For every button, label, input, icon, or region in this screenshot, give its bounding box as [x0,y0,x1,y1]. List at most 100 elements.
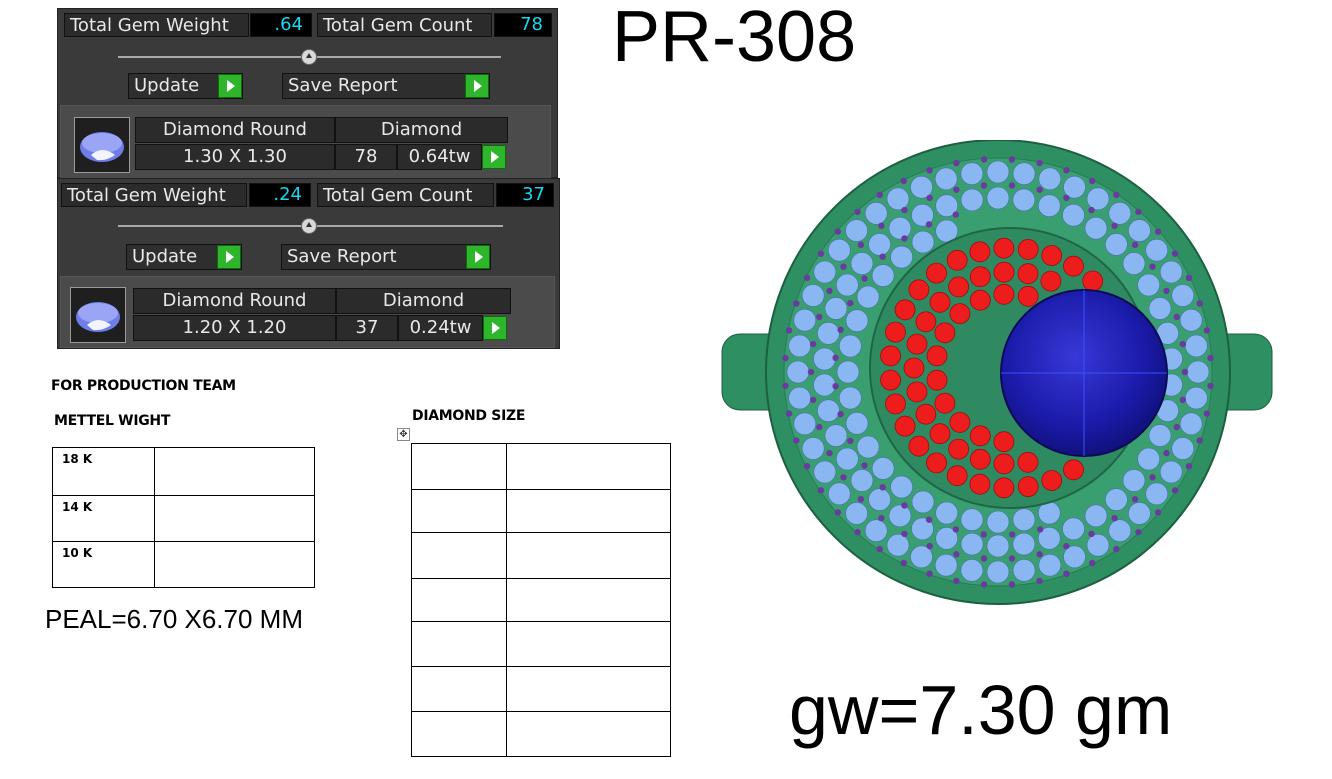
total-gem-weight-row: Total Gem Weight .24 [61,183,311,207]
gem-count-cell: 37 [336,315,398,341]
prong [980,531,987,538]
total-gem-count-label: Total Gem Count [317,13,492,37]
prong [816,423,823,431]
gem-detail-area: Diamond Round Diamond 1.30 X 1.30 78 0.6… [60,105,551,179]
table-cell[interactable] [506,578,671,622]
prong [1088,530,1095,538]
ruby-stone [929,291,951,313]
update-button[interactable]: Update [126,244,242,270]
diamond-stone [1012,508,1036,532]
prong [1181,368,1189,376]
table-cell[interactable] [506,489,671,533]
ruby-stone [926,345,948,367]
metal-weight-table: 18 K 14 K 10 K [52,447,315,588]
ruby-stone [969,289,991,311]
slider-knob-icon[interactable] [301,218,317,234]
table-cell[interactable] [506,666,671,712]
prong [809,340,817,348]
diamond-stone [1086,187,1110,211]
table-move-handle-icon[interactable]: ✥ [397,428,410,441]
diamond-stone [960,558,984,582]
diamond-stone [1086,533,1110,557]
table-cell[interactable] [411,532,507,579]
diamond-stone [986,534,1010,558]
metal-weight-cell[interactable] [154,541,315,588]
prong [953,577,960,585]
diamond-stone [886,533,910,557]
play-arrow-icon[interactable] [465,74,489,98]
metal-weight-cell[interactable] [154,447,315,496]
diamond-stone [1159,260,1183,284]
metal-karat-cell: 18 K [52,447,155,496]
diamond-stone [1122,469,1146,492]
prong [1185,463,1193,470]
table-row [411,711,671,757]
table-cell[interactable] [506,621,671,667]
ruby-stone [1040,270,1062,292]
diamond-stone [850,469,874,492]
prong [840,263,847,270]
save-report-button-label: Save Report [287,246,397,267]
prong [1173,313,1180,321]
slider-knob-icon[interactable] [301,49,317,65]
play-arrow-icon[interactable] [483,316,507,340]
table-cell[interactable] [411,666,507,712]
prong [1111,515,1118,522]
prong [847,299,854,307]
play-arrow-icon[interactable] [482,145,506,169]
play-arrow-icon[interactable] [218,74,242,98]
table-cell[interactable] [411,489,507,533]
table-cell[interactable] [411,711,507,757]
diamond-stone [1108,519,1132,543]
prong [1008,581,1016,588]
ruby-stone [929,423,951,445]
table-cell[interactable] [506,711,671,757]
diamond-stone [871,457,895,480]
save-report-button-label: Save Report [288,75,398,96]
save-report-button[interactable]: Save Report [281,244,491,270]
ruby-stone [993,237,1015,259]
diamond-stone [1159,460,1183,484]
gem-thumbnail[interactable] [74,117,130,173]
table-row: 14 K [52,495,315,542]
table-cell[interactable] [411,621,507,667]
prong [861,275,868,282]
diamond-stone [801,284,825,307]
prong [1089,177,1096,185]
gem-size-cell: 1.20 X 1.20 [133,315,336,341]
gem-type-cell: Diamond [335,117,508,143]
prong [832,354,839,361]
prong [1171,250,1179,257]
table-cell[interactable] [506,532,671,579]
diamond-stone [1179,308,1203,332]
prong [1185,274,1193,281]
metal-weight-cell[interactable] [154,495,315,542]
prong [1063,167,1070,174]
update-button[interactable]: Update [128,73,243,99]
save-report-button[interactable]: Save Report [282,73,490,99]
play-arrow-icon[interactable] [466,245,490,269]
prong [953,551,960,558]
table-cell[interactable] [506,443,671,490]
diamond-stone [1062,203,1085,227]
ruby-stone [1017,239,1039,260]
prong [1088,206,1095,214]
ruby-stone [880,345,902,367]
diamond-stone [813,260,837,284]
table-cell[interactable] [411,578,507,622]
prong [782,382,789,390]
prong [926,542,933,550]
gem-thumbnail[interactable] [70,287,126,343]
table-cell[interactable] [411,443,507,490]
prong [1008,182,1016,189]
total-gem-count-value: 37 [496,183,554,207]
prong [901,530,908,538]
prong [837,411,844,418]
total-gem-weight-row: Total Gem Weight .64 [64,13,312,37]
play-arrow-icon[interactable] [217,245,241,269]
table-row [411,532,671,579]
diamond-stone [1145,238,1169,262]
gem-type-cell: Diamond [336,288,511,314]
prong [1036,159,1043,167]
prong [803,274,811,281]
